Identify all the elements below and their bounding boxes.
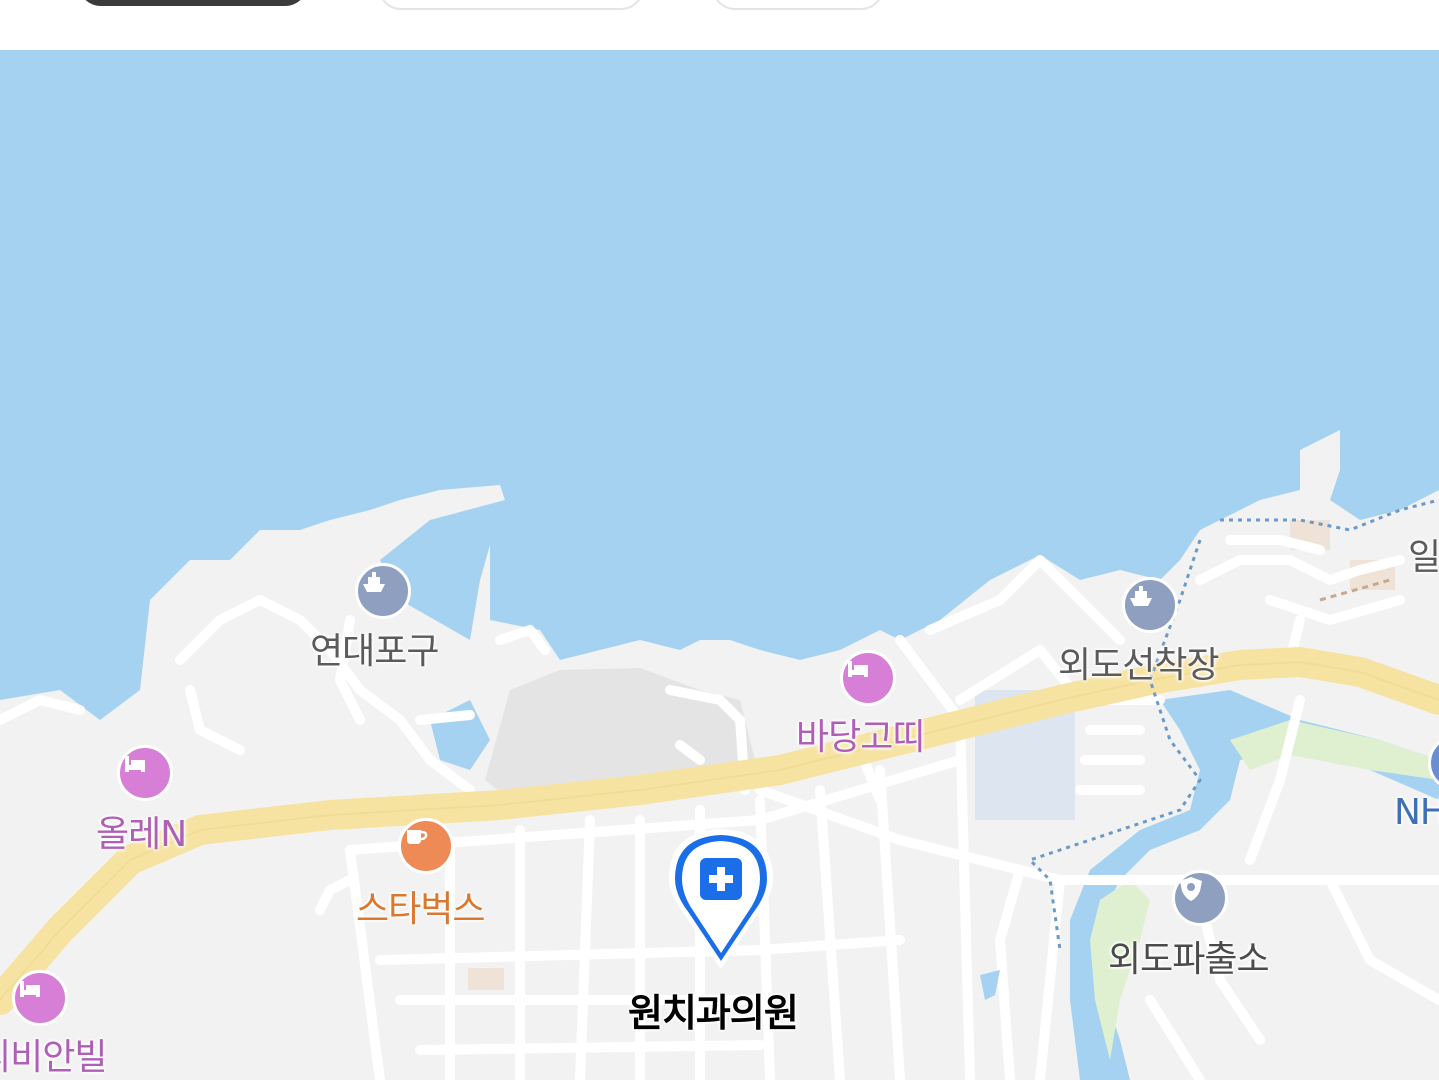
place-label-yeondae-port[interactable]: 연대포구	[310, 622, 439, 674]
hospital-cross-icon	[700, 858, 742, 900]
place-label-partial-right[interactable]: 일	[1408, 528, 1439, 580]
bed-icon[interactable]	[117, 745, 173, 801]
filter-chip[interactable]	[378, 0, 644, 10]
coffee-cup-icon[interactable]	[398, 818, 454, 874]
place-label-ribian-vil[interactable]: 리비안빌	[0, 1028, 107, 1080]
ferry-icon[interactable]	[1122, 577, 1178, 633]
police-badge-icon[interactable]	[1172, 870, 1228, 926]
place-label-starbucks[interactable]: 스타벅스	[356, 880, 485, 932]
filter-chip[interactable]	[712, 0, 884, 10]
place-label-oedo-police[interactable]: 외도파출소	[1108, 930, 1270, 982]
filter-chip-active[interactable]	[78, 0, 308, 6]
place-label-badang-goddi[interactable]: 바당고띠	[796, 708, 925, 760]
bed-icon[interactable]	[840, 650, 896, 706]
place-label-olle-n[interactable]: 올레N	[96, 805, 187, 857]
map-view[interactable]: 연대포구 외도선착장 바당고띠 올레N 스타벅스 외도파출소 리비안빌 NH 일…	[0, 50, 1439, 1080]
place-label-nh-partial[interactable]: NH	[1394, 792, 1439, 833]
ferry-icon[interactable]	[355, 563, 411, 619]
selected-place-label[interactable]: 원치과의원	[628, 982, 799, 1037]
place-label-oedo-dock[interactable]: 외도선착장	[1058, 636, 1220, 688]
selected-place-pin[interactable]	[665, 825, 777, 973]
bed-icon[interactable]	[12, 970, 68, 1026]
top-filter-bar	[0, 0, 1439, 50]
